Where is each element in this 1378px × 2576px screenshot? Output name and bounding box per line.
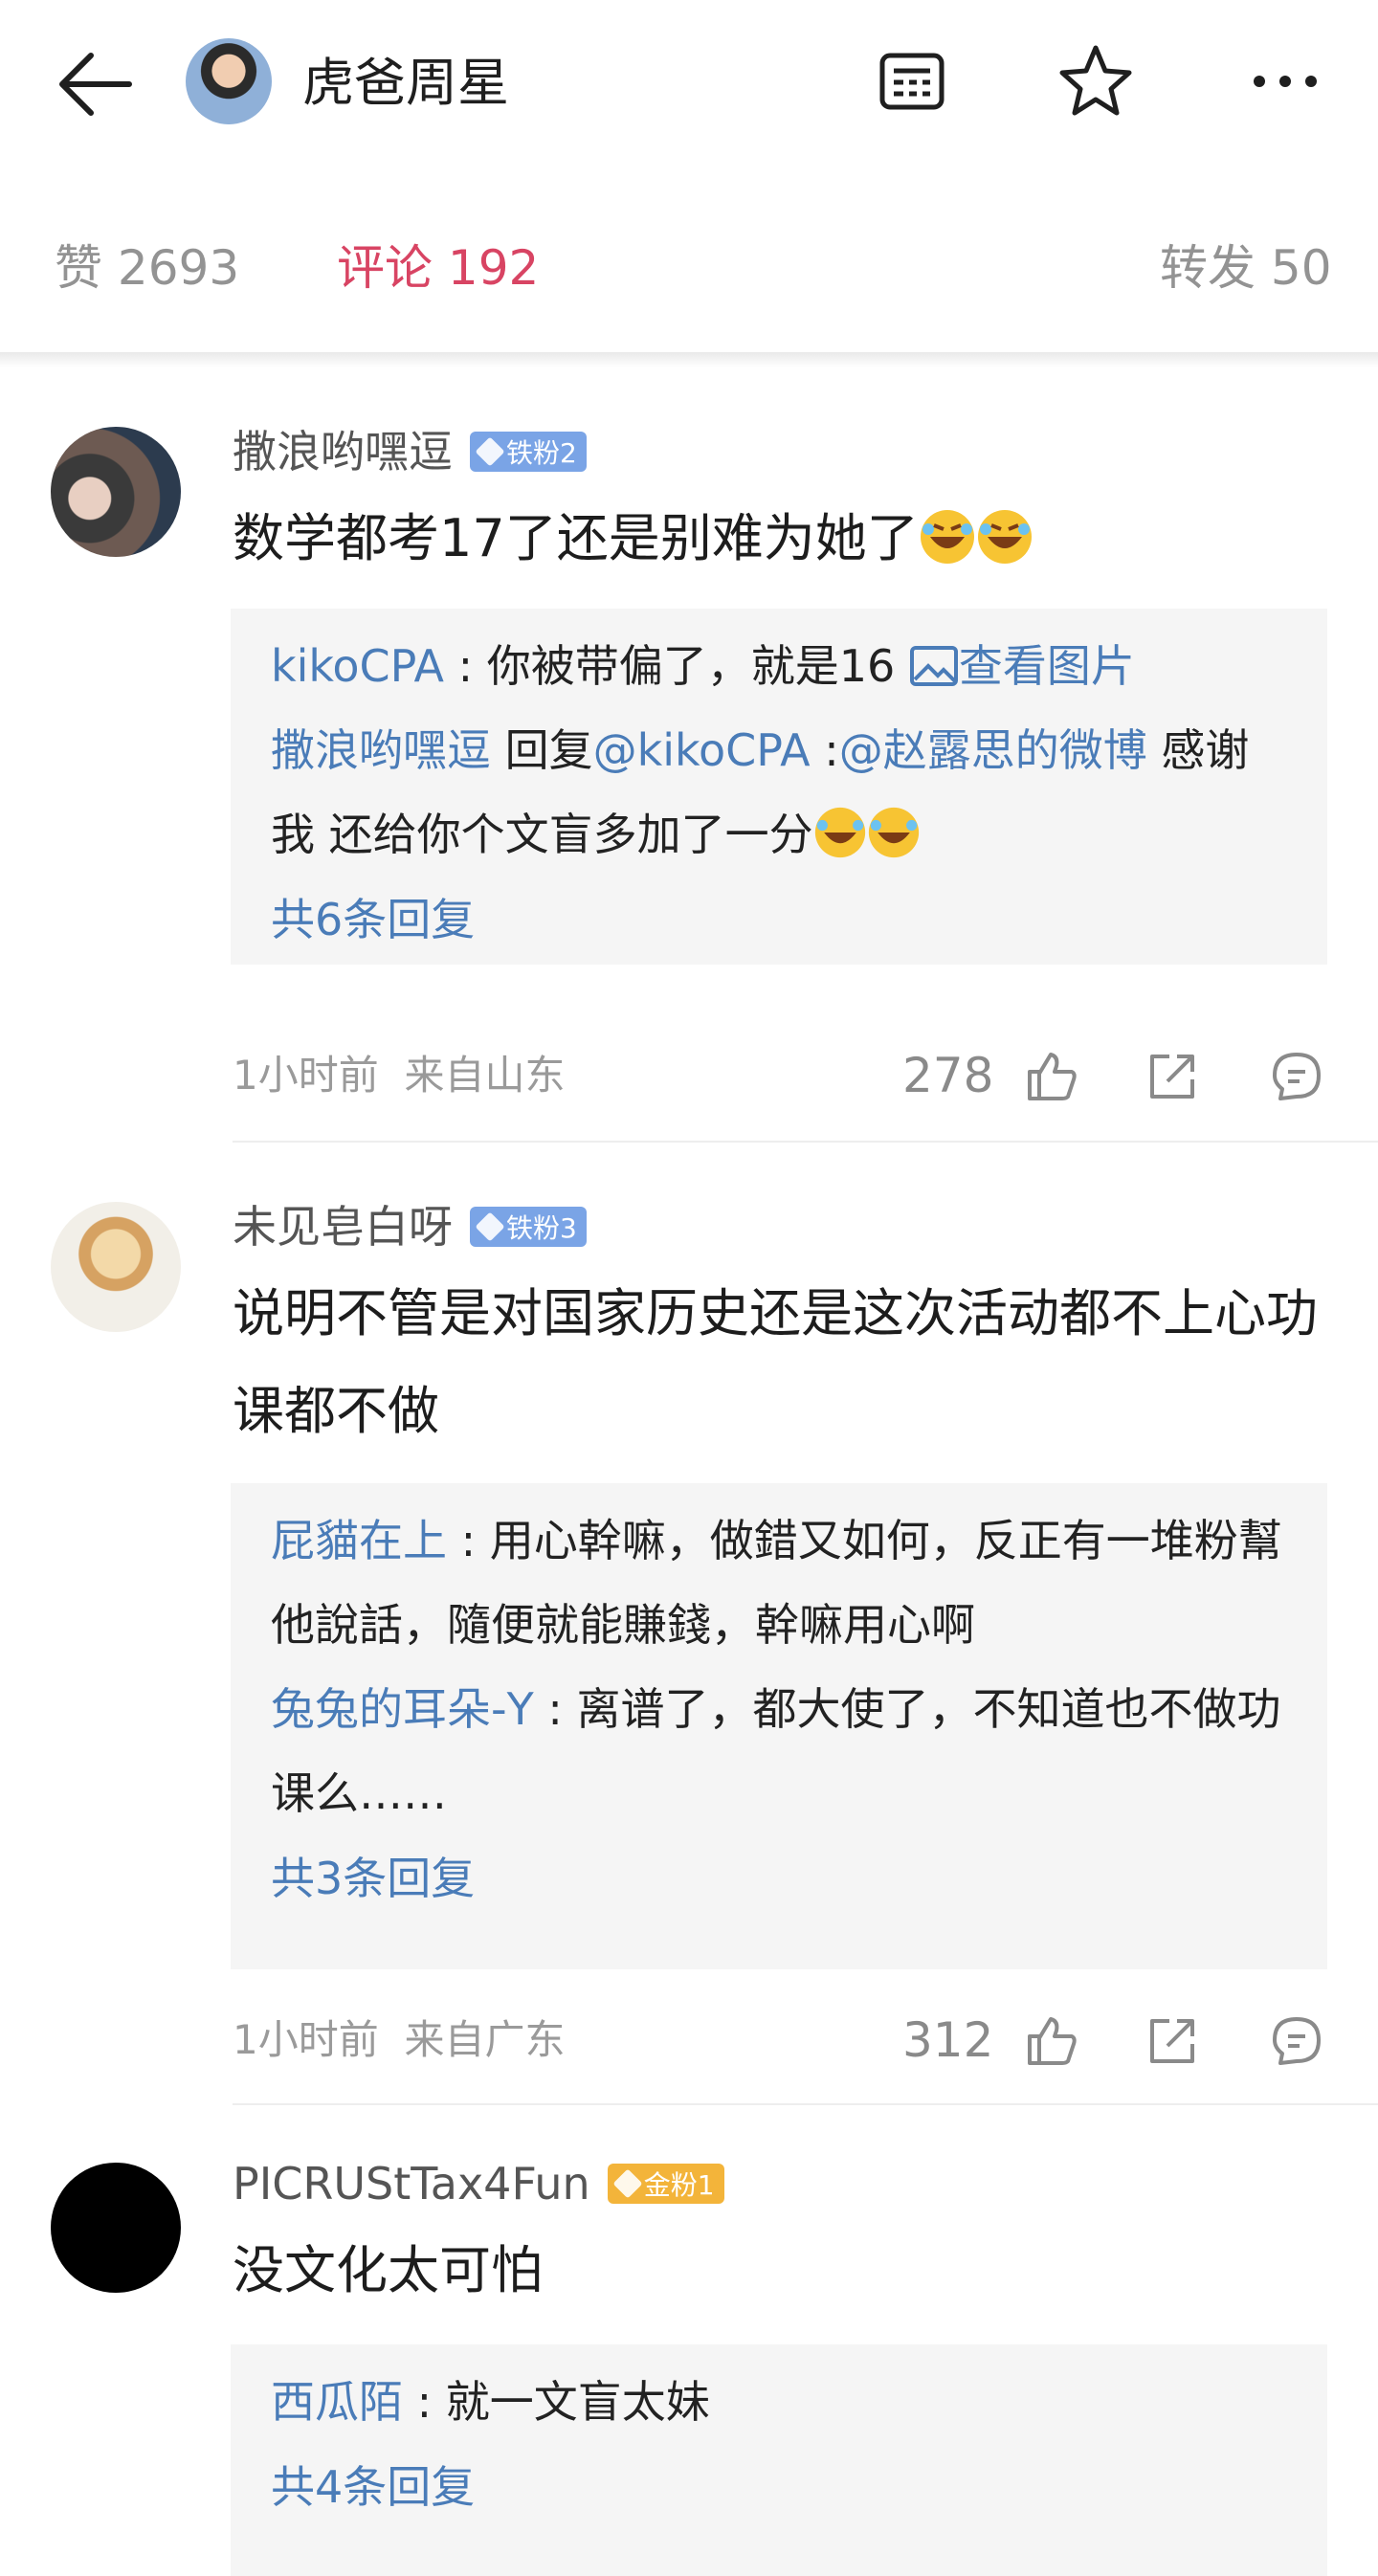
page-title[interactable]: 虎爸周星 [302,50,509,117]
reply-line: kikoCPA : 你被带偏了，就是16 查看图片 [271,640,1135,692]
image-icon[interactable] [909,645,959,687]
diamond-icon [475,436,505,467]
reply-line: 屁貓在上 : 用心幹嘛，做錯又如何，反正有一堆粉幫他說話，隨便就能賺錢，幹嘛用心… [271,1515,1282,1651]
reply-line: 兔兔的耳朵-Y : 离谱了，都大使了，不知道也不做功课么…… [271,1683,1281,1819]
view-all-replies-link[interactable]: 共6条回复 [271,877,1287,963]
thumbs-up-icon[interactable] [1024,1049,1079,1104]
avatar[interactable] [51,1202,181,1332]
avatar[interactable] [51,2163,181,2293]
share-icon[interactable] [1145,1049,1200,1104]
laugh-emoji-icon [920,510,974,564]
laugh-emoji-icon [977,510,1032,564]
timestamp: 1小时前 来自山东 [233,1052,566,1099]
reply-preview-box[interactable]: 西瓜陌 : 就一文盲太妹 共4条回复 [231,2344,1327,2576]
diamond-icon [612,2168,643,2199]
tab-likes[interactable]: 赞 2693 [55,230,239,306]
fan-badge: 金粉1 [607,2164,724,2204]
reply-line: 西瓜陌 : 就一文盲太妹 [271,2376,710,2428]
comment-author[interactable]: PICRUStTax4Fun [233,2153,590,2214]
thumbs-up-icon[interactable] [1024,2013,1079,2069]
comment-icon[interactable] [1269,2013,1324,2069]
share-icon[interactable] [1145,2013,1200,2069]
tab-reposts[interactable]: 转发 50 [1160,230,1332,306]
comment-text: 说明不管是对国家历史还是这次活动都不上心功课都不做 [233,1283,1318,1441]
laugh-emoji-icon [868,807,919,858]
divider [233,1141,1378,1143]
mention-link[interactable]: @赵露思的微博 [839,724,1147,776]
like-count: 312 [902,2012,994,2068]
reply-preview-box[interactable]: kikoCPA : 你被带偏了，就是16 查看图片 撒浪哟嘿逗 回复@kikoC… [231,609,1327,965]
view-all-replies-link[interactable]: 共3条回复 [271,1835,1287,1921]
reply-author[interactable]: 屁貓在上 [271,1515,447,1566]
reply-author[interactable]: 兔兔的耳朵-Y [271,1683,534,1735]
fan-badge: 铁粉2 [470,432,587,472]
avatar[interactable] [51,427,181,557]
comment-author[interactable]: 未见皂白呀 [233,1196,453,1257]
comment-author[interactable]: 撒浪哟嘿逗 [233,421,453,482]
back-arrow-icon[interactable] [53,46,139,122]
mention-link[interactable]: @kikoCPA [593,724,811,776]
laugh-emoji-icon [814,807,865,858]
comment-text: 没文化太可怕 [233,2240,543,2300]
interaction-tabs: 赞 2693 评论 192 转发 50 [0,230,1378,306]
author-avatar[interactable] [186,38,272,124]
like-count: 278 [902,1048,994,1103]
reply-author[interactable]: 西瓜陌 [271,2376,403,2428]
comment-meta: 1小时前 来自广东 312 [233,2010,1352,2071]
reply-author[interactable]: 撒浪哟嘿逗 [271,724,491,776]
tab-divider [0,352,1378,367]
comment-meta: 1小时前 来自山东 278 [233,1045,1352,1106]
top-bar: 虎爸周星 [0,0,1378,167]
reader-icon[interactable] [869,38,955,124]
star-icon[interactable] [1053,38,1139,124]
fan-badge: 铁粉3 [470,1207,587,1247]
tab-comments[interactable]: 评论 192 [337,230,539,306]
divider [233,2103,1378,2105]
reply-author[interactable]: kikoCPA [271,640,444,692]
view-all-replies-link[interactable]: 共4条回复 [271,2444,1287,2530]
reply-preview-box[interactable]: 屁貓在上 : 用心幹嘛，做錯又如何，反正有一堆粉幫他說話，隨便就能賺錢，幹嘛用心… [231,1483,1327,1969]
comment-icon[interactable] [1269,1049,1324,1104]
diamond-icon [475,1211,505,1242]
reply-line: 撒浪哟嘿逗 回复@kikoCPA :@赵露思的微博 感谢我 还给你个文盲多加了一… [271,724,1250,860]
timestamp: 1小时前 来自广东 [233,2016,566,2063]
view-image-link[interactable]: 查看图片 [959,640,1135,692]
more-icon[interactable] [1242,38,1328,124]
comment-text: 数学都考17了还是别难为她了 [233,490,1333,588]
